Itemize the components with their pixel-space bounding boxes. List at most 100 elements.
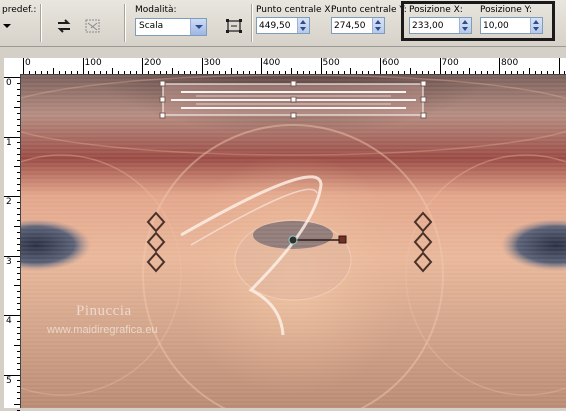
ruler-tick bbox=[219, 71, 221, 74]
deform-frame-icon[interactable] bbox=[83, 16, 103, 36]
ruler-tick bbox=[17, 82, 20, 84]
ruler-tick bbox=[475, 71, 477, 74]
ruler-tick bbox=[249, 71, 251, 74]
ruler-tick bbox=[522, 71, 524, 74]
ruler-label: 0 bbox=[25, 58, 31, 68]
ruler-tick bbox=[17, 190, 20, 192]
ruler-tick bbox=[70, 71, 72, 74]
ruler-tick bbox=[17, 320, 20, 322]
mode-label: Modalità: bbox=[135, 5, 177, 15]
vertical-ruler: 0 1 2 3 4 5 bbox=[4, 74, 21, 411]
ruler-tick bbox=[421, 71, 423, 74]
ruler-tick bbox=[165, 71, 167, 74]
ruler-tick bbox=[88, 71, 90, 74]
ruler-tick bbox=[17, 142, 20, 144]
ruler-tick bbox=[14, 404, 20, 406]
ruler-tick bbox=[17, 279, 20, 281]
ruler-label: 400 bbox=[263, 58, 281, 68]
ruler-tick bbox=[380, 58, 381, 74]
ruler-tick bbox=[17, 368, 20, 370]
ruler-tick bbox=[124, 71, 126, 74]
ruler-tick bbox=[564, 71, 566, 74]
ruler-tick bbox=[153, 71, 155, 74]
ruler-tick bbox=[17, 297, 20, 299]
position-highlight-box bbox=[401, 1, 555, 41]
ruler-tick bbox=[14, 106, 20, 108]
mode-select[interactable]: Scala bbox=[135, 18, 207, 36]
center-x-field[interactable] bbox=[256, 17, 310, 34]
ruler-tick bbox=[17, 172, 20, 174]
ruler-tick bbox=[112, 68, 114, 74]
ruler-tick bbox=[159, 71, 161, 74]
transform-grid-icon[interactable] bbox=[224, 16, 244, 36]
ruler-tick bbox=[427, 71, 429, 74]
ruler-tick bbox=[17, 398, 20, 400]
ruler-tick bbox=[207, 71, 209, 74]
toolbar-separator bbox=[124, 4, 126, 42]
ruler-tick bbox=[52, 68, 54, 74]
ruler-tick bbox=[17, 273, 20, 275]
center-y-field[interactable] bbox=[331, 17, 385, 34]
ruler-tick bbox=[481, 71, 483, 74]
ruler-tick bbox=[487, 71, 489, 74]
ruler-tick bbox=[17, 154, 20, 156]
horizontal-ruler: 0 100 200 300 400 500 600 700 800 bbox=[20, 58, 566, 75]
ruler-tick bbox=[100, 71, 102, 74]
image-canvas[interactable]: Pinuccia www.maidiregrafica.eu bbox=[21, 75, 566, 408]
ruler-tick bbox=[17, 261, 20, 263]
ruler-tick bbox=[17, 386, 20, 388]
ruler-tick bbox=[130, 71, 132, 74]
center-x-input[interactable] bbox=[259, 19, 299, 32]
chevron-down-icon[interactable] bbox=[190, 19, 206, 35]
ruler-tick bbox=[40, 71, 42, 74]
center-x-spinner[interactable] bbox=[297, 18, 309, 33]
center-y-spinner[interactable] bbox=[372, 18, 384, 33]
ruler-tick bbox=[439, 58, 441, 74]
ruler-tick bbox=[17, 160, 20, 162]
ruler-tick bbox=[17, 100, 20, 102]
ruler-tick bbox=[350, 68, 352, 74]
toolbar-separator bbox=[40, 4, 42, 42]
ruler-tick bbox=[17, 249, 20, 251]
ruler-tick bbox=[552, 71, 554, 74]
ruler-tick bbox=[516, 71, 518, 74]
ruler-label: 800 bbox=[501, 58, 519, 68]
ruler-tick bbox=[445, 71, 447, 74]
ruler-label: 3 bbox=[6, 256, 12, 267]
ruler-tick bbox=[368, 71, 370, 74]
ruler-tick bbox=[332, 71, 334, 74]
ruler-tick bbox=[17, 94, 20, 96]
ruler-tick bbox=[34, 71, 36, 74]
reset-icon[interactable] bbox=[54, 16, 74, 36]
ruler-label: 100 bbox=[84, 58, 102, 68]
center-x-label: Punto centrale X: bbox=[256, 5, 334, 15]
ruler-tick bbox=[17, 237, 20, 239]
ruler-tick bbox=[17, 332, 20, 334]
ruler-tick bbox=[261, 58, 262, 74]
ruler-tick bbox=[266, 71, 268, 74]
ruler-tick bbox=[17, 291, 20, 293]
ruler-tick bbox=[17, 326, 20, 328]
ruler-label: 200 bbox=[144, 58, 162, 68]
ruler-label: 4 bbox=[6, 316, 12, 326]
toolbar-separator bbox=[251, 4, 253, 42]
ruler-corner bbox=[4, 58, 20, 74]
ruler-tick bbox=[17, 350, 20, 352]
ruler-tick bbox=[17, 112, 20, 114]
center-y-input[interactable] bbox=[334, 19, 374, 32]
ruler-tick bbox=[409, 68, 411, 74]
ruler-tick bbox=[290, 68, 292, 74]
ruler-tick bbox=[451, 71, 453, 74]
ruler-tick bbox=[528, 68, 530, 74]
ruler-tick bbox=[28, 71, 30, 74]
ruler-tick bbox=[344, 71, 346, 74]
ruler-label: 0 bbox=[6, 78, 12, 88]
preset-dropdown-arrow[interactable] bbox=[3, 24, 11, 28]
ruler-tick bbox=[17, 303, 20, 305]
ruler-tick bbox=[17, 148, 20, 150]
ruler-label: 1 bbox=[6, 137, 12, 148]
ruler-tick bbox=[23, 58, 24, 74]
ruler-tick bbox=[17, 243, 20, 245]
ruler-tick bbox=[433, 71, 435, 74]
ruler-tick bbox=[189, 71, 191, 74]
